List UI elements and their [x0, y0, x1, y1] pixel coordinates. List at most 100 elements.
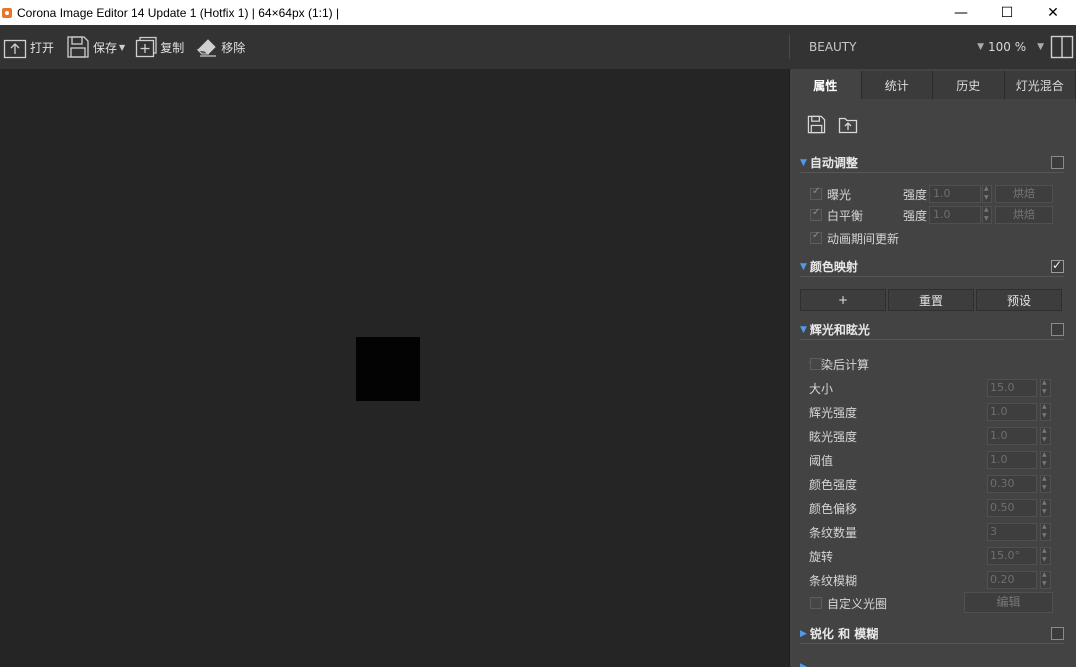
tab-statistics[interactable]: 统计 — [861, 71, 933, 99]
update-during-animation-checkbox[interactable] — [810, 230, 822, 244]
update-during-animation-label: 动画期间更新 — [827, 232, 900, 246]
threshold-stepper[interactable] — [1040, 451, 1051, 469]
color-intensity-input[interactable]: 0.30 — [987, 475, 1037, 493]
maximize-icon: ☐ — [1000, 4, 1014, 21]
save-settings-button[interactable] — [807, 115, 826, 137]
section-title: 颜色映射 — [809, 260, 858, 274]
white-balance-intensity-input[interactable]: 1.0 — [929, 206, 981, 224]
copy-button[interactable]: 复制 — [132, 32, 187, 62]
collapsed-triangle-icon: ▶ — [800, 662, 807, 667]
color-shift-input[interactable]: 0.50 — [987, 499, 1037, 517]
color-shift-stepper[interactable] — [1040, 499, 1051, 517]
bloom-intensity-stepper[interactable] — [1040, 403, 1051, 421]
chevron-down-icon[interactable]: ▼ — [119, 43, 125, 52]
intensity-label: 强度 — [903, 209, 928, 223]
param-label: 辉光强度 — [809, 406, 858, 420]
param-label: 条纹数量 — [809, 526, 858, 540]
section-sharpen-blur[interactable]: ▶ 锐化 和 模糊 — [800, 624, 1064, 644]
render-pass-value: BEAUTY — [809, 40, 857, 54]
size-input[interactable]: 15.0 — [987, 379, 1037, 397]
properties-panel: 属性 统计 历史 灯光混合 ▼ 自动调整 曝光 强度 1.0 烘 — [790, 69, 1076, 667]
streak-blur-stepper[interactable] — [1040, 571, 1051, 589]
color-intensity-stepper[interactable] — [1040, 475, 1051, 493]
section-title: 锐化 和 模糊 — [809, 627, 879, 641]
reset-button[interactable]: 重置 — [888, 289, 974, 311]
glare-intensity-input[interactable]: 1.0 — [987, 427, 1037, 445]
save-label: 保存 — [93, 40, 118, 55]
minimize-button[interactable]: — — [938, 0, 984, 25]
copy-icon — [136, 36, 157, 58]
add-button[interactable]: + — [800, 289, 886, 311]
param-row: 眩光强度 1.0 — [790, 425, 1076, 447]
save-button[interactable]: 保存 ▼ — [63, 32, 128, 62]
bloom-glare-enable-checkbox[interactable] — [1051, 323, 1064, 336]
maximize-button[interactable]: ☐ — [984, 0, 1030, 25]
compute-after-render-checkbox[interactable] — [810, 358, 822, 370]
section-bloom-glare[interactable]: ▼ 辉光和眩光 — [800, 320, 1064, 340]
exposure-intensity-input[interactable]: 1.0 — [929, 185, 981, 203]
param-row: 阈值 1.0 — [790, 449, 1076, 471]
param-label: 旋转 — [809, 550, 834, 564]
title-bar: Corona Image Editor 14 Update 1 (Hotfix … — [0, 0, 1076, 25]
color-mapping-enable-checkbox[interactable] — [1051, 258, 1064, 273]
param-label: 眩光强度 — [809, 430, 858, 444]
remove-label: 移除 — [221, 40, 246, 55]
exposure-row: 曝光 强度 1.0 烘焙 — [790, 183, 1076, 205]
settings-file-actions — [807, 115, 870, 137]
zoom-select[interactable]: 100 % ▼ — [988, 37, 1044, 57]
white-balance-bake-button[interactable]: 烘焙 — [995, 206, 1053, 224]
rotation-stepper[interactable] — [1040, 547, 1051, 565]
open-icon — [838, 117, 858, 134]
streak-blur-input[interactable]: 0.20 — [987, 571, 1037, 589]
copy-label: 复制 — [160, 40, 185, 55]
tab-lightmix[interactable]: 灯光混合 — [1004, 71, 1076, 99]
exposure-label: 曝光 — [827, 188, 852, 202]
streak-count-input[interactable]: 3 — [987, 523, 1037, 541]
render-pass-select[interactable]: BEAUTY ▼ — [804, 37, 984, 57]
preset-button[interactable]: 预设 — [976, 289, 1062, 311]
param-row: 条纹数量 3 — [790, 521, 1076, 543]
zoom-value: 100 % — [988, 40, 1027, 54]
chevron-down-icon: ▼ — [977, 42, 984, 52]
exposure-intensity-stepper[interactable] — [982, 185, 992, 203]
threshold-input[interactable]: 1.0 — [987, 451, 1037, 469]
custom-aperture-checkbox[interactable] — [810, 597, 822, 609]
update-animation-row: 动画期间更新 — [790, 227, 1076, 249]
section-auto-adjust[interactable]: ▼ 自动调整 — [800, 153, 1064, 173]
rotation-input[interactable]: 15.0° — [987, 547, 1037, 565]
remove-button[interactable]: 移除 — [193, 32, 248, 62]
tab-properties[interactable]: 属性 — [790, 71, 862, 99]
app-logo-icon — [2, 7, 12, 18]
rendered-image[interactable] — [356, 337, 420, 401]
tab-history[interactable]: 历史 — [933, 71, 1005, 99]
size-stepper[interactable] — [1040, 379, 1051, 397]
open-icon — [3, 39, 27, 59]
glare-intensity-stepper[interactable] — [1040, 427, 1051, 445]
chevron-down-icon: ▼ — [1037, 42, 1044, 52]
param-row: 颜色偏移 0.50 — [790, 497, 1076, 519]
section-color-mapping[interactable]: ▼ 颜色映射 — [800, 257, 1064, 277]
white-balance-row: 白平衡 强度 1.0 烘焙 — [790, 204, 1076, 226]
edit-aperture-button[interactable]: 编辑 — [964, 592, 1053, 613]
open-button[interactable]: 打开 — [0, 32, 57, 62]
open-label: 打开 — [30, 40, 55, 55]
close-icon: ✕ — [1047, 4, 1059, 21]
image-canvas[interactable] — [0, 69, 789, 667]
panel-layout-icon[interactable] — [1050, 35, 1074, 59]
auto-adjust-enable-checkbox[interactable] — [1051, 156, 1064, 169]
white-balance-checkbox[interactable] — [810, 207, 822, 221]
sharpen-blur-enable-checkbox[interactable] — [1051, 627, 1064, 640]
expand-triangle-icon: ▼ — [800, 324, 807, 335]
section-next-partial[interactable]: ▶ — [800, 657, 1064, 667]
streak-count-stepper[interactable] — [1040, 523, 1051, 541]
close-button[interactable]: ✕ — [1030, 0, 1076, 25]
minimize-icon: — — [954, 4, 968, 21]
exposure-checkbox[interactable] — [810, 186, 822, 200]
exposure-bake-button[interactable]: 烘焙 — [995, 185, 1053, 203]
load-settings-button[interactable] — [838, 115, 858, 137]
bloom-intensity-input[interactable]: 1.0 — [987, 403, 1037, 421]
white-balance-intensity-stepper[interactable] — [982, 206, 992, 224]
param-label: 条纹模糊 — [809, 574, 858, 588]
white-balance-label: 白平衡 — [827, 209, 864, 223]
toolbar-divider — [789, 35, 790, 59]
